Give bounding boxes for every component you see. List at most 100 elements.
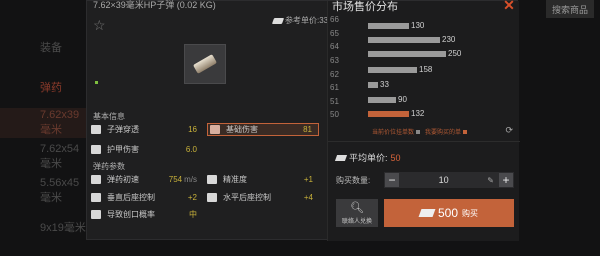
bg-category-item[interactable]: 5.56x45毫米 bbox=[0, 176, 90, 206]
quantity-label: 购买数量: bbox=[336, 176, 371, 185]
bg-category-item[interactable]: 7.62x39毫米 bbox=[0, 108, 90, 138]
stat-label: 精准度 bbox=[223, 175, 247, 184]
stat-wound-chance: 导致创口概率 中 bbox=[91, 208, 203, 221]
search-button[interactable]: 搜索商品 bbox=[546, 0, 594, 18]
stat-value: +4 bbox=[303, 193, 313, 202]
stat-accuracy: 精准度 +1 bbox=[207, 173, 319, 186]
stat-value: 81 bbox=[303, 125, 312, 134]
bar-value-label: 250 bbox=[448, 49, 462, 58]
section-ammo-params: 弹药参数 bbox=[93, 162, 125, 171]
horizontal-recoil-icon bbox=[207, 193, 217, 202]
stat-label: 弹药初速 bbox=[107, 175, 139, 184]
stat-unit: m/s bbox=[184, 175, 197, 184]
y-tick-label: 66 bbox=[330, 15, 339, 24]
item-image bbox=[184, 44, 226, 84]
stat-value-number: 754 bbox=[168, 175, 183, 184]
price-bar bbox=[368, 111, 409, 117]
stat-label: 基础伤害 bbox=[226, 125, 258, 134]
stat-armor-damage: 护甲伤害 6.0 bbox=[91, 143, 203, 156]
y-tick-label: 64 bbox=[330, 42, 339, 51]
money-icon bbox=[418, 209, 436, 217]
section-basic-info: 基本信息 bbox=[93, 112, 125, 121]
stat-value: 6.0 bbox=[185, 145, 197, 154]
stat-label: 水平后座控制 bbox=[223, 193, 271, 202]
y-tick-label: 61 bbox=[330, 83, 339, 92]
status-dot bbox=[95, 81, 98, 84]
item-detail-dialog: 7.62×39毫米HP子弹 (0.02 KG) ☆ 参考单价:33 基本信息 子… bbox=[86, 0, 520, 241]
stat-value: 中 bbox=[189, 210, 197, 219]
stat-value: +1 bbox=[303, 175, 313, 184]
stat-base-damage: 基础伤害 81 bbox=[207, 123, 319, 136]
legend-swatch bbox=[416, 130, 421, 134]
bullet-icon bbox=[192, 54, 218, 74]
velocity-icon bbox=[91, 175, 101, 184]
bar-value-label: 130 bbox=[411, 21, 425, 30]
y-tick-label: 62 bbox=[330, 70, 339, 79]
legend-current: 当前价位挂单数 bbox=[372, 130, 415, 136]
price-bar bbox=[368, 37, 440, 43]
wound-icon bbox=[91, 210, 101, 219]
stat-label: 子弹穿透 bbox=[107, 125, 139, 134]
y-tick-label: 63 bbox=[330, 56, 339, 65]
buy-button[interactable]: 500 购买 bbox=[384, 199, 514, 227]
stat-vertical-recoil: 垂直后座控制 +2 bbox=[91, 191, 203, 204]
armor-icon bbox=[91, 145, 101, 154]
legend-mine: 我要购买的单 bbox=[425, 130, 462, 136]
stat-horizontal-recoil: 水平后座控制 +4 bbox=[207, 191, 319, 204]
edit-icon[interactable]: ✎ bbox=[487, 176, 494, 185]
quantity-input[interactable]: 10 bbox=[400, 175, 487, 185]
divider bbox=[328, 141, 520, 142]
price-bar bbox=[368, 23, 409, 29]
vertical-recoil-icon bbox=[91, 193, 101, 202]
average-price-label: 平均单价: bbox=[349, 153, 388, 163]
increase-button[interactable]: + bbox=[499, 173, 513, 187]
price-bar bbox=[368, 67, 417, 73]
stat-label: 护甲伤害 bbox=[107, 145, 139, 154]
bg-category-item[interactable]: 9x19毫米 bbox=[0, 212, 90, 242]
stat-label: 垂直后座控制 bbox=[107, 193, 155, 202]
penetration-icon bbox=[91, 125, 101, 134]
bg-category-item[interactable]: 装备 bbox=[0, 32, 90, 62]
exchange-label: 联络人兑换 bbox=[341, 219, 372, 225]
bar-value-label: 90 bbox=[398, 95, 407, 104]
bar-value-label: 132 bbox=[411, 109, 425, 118]
money-icon bbox=[334, 154, 348, 161]
price-bar bbox=[368, 51, 446, 57]
chart-legend: 当前价位挂单数 我要购买的单 bbox=[372, 127, 468, 136]
buy-price: 500 bbox=[437, 206, 459, 220]
bg-category-item[interactable]: 7.62x54毫米 bbox=[0, 142, 90, 172]
bar-value-label: 230 bbox=[442, 35, 456, 44]
stat-penetration: 子弹穿透 16 bbox=[91, 123, 203, 136]
average-price-value: 50 bbox=[390, 152, 401, 163]
decrease-button[interactable]: − bbox=[385, 173, 399, 187]
favorite-star-icon[interactable]: ☆ bbox=[93, 17, 106, 34]
buy-label: 购买 bbox=[462, 208, 479, 218]
contact-exchange-button[interactable]: 🔍︎ 联络人兑换 bbox=[336, 199, 378, 227]
refresh-icon[interactable]: ⟳ bbox=[505, 125, 513, 136]
market-title: 市场售价分布 bbox=[332, 1, 398, 13]
price-bar bbox=[368, 82, 378, 88]
close-icon[interactable]: ✕ bbox=[501, 0, 517, 13]
y-tick-label: 65 bbox=[330, 29, 339, 38]
stat-muzzle-velocity: 弹药初速 754 m/s bbox=[91, 173, 203, 186]
search-icon: 🔍︎ bbox=[350, 202, 364, 214]
item-title: 7.62×39毫米HP子弹 (0.02 KG) bbox=[93, 0, 216, 10]
bar-value-label: 158 bbox=[419, 65, 433, 74]
crosshair-icon bbox=[207, 175, 217, 184]
item-info-panel: 7.62×39毫米HP子弹 (0.02 KG) ☆ 参考单价:33 基本信息 子… bbox=[87, 0, 329, 241]
stat-value: +2 bbox=[187, 193, 197, 202]
reference-price-text: 参考单价:33 bbox=[285, 16, 329, 25]
bg-category-item[interactable]: 弹药 bbox=[0, 72, 90, 102]
bar-value-label: 33 bbox=[380, 80, 389, 89]
stat-label: 导致创口概率 bbox=[107, 210, 155, 219]
average-price: 平均单价: 50 bbox=[334, 151, 401, 164]
quantity-stepper: − 10 ✎ + bbox=[384, 172, 514, 188]
y-tick-label: 50 bbox=[330, 110, 339, 119]
market-panel: 市场售价分布 ✕ 66 65 64 63 62 61 51 50 130 230 250 158 33 9… bbox=[327, 0, 520, 241]
stat-value: 754 m/s bbox=[169, 175, 197, 184]
legend-swatch bbox=[463, 130, 468, 134]
broken-heart-icon bbox=[210, 125, 220, 134]
price-bar bbox=[368, 97, 396, 103]
stat-value: 16 bbox=[188, 125, 197, 134]
money-icon bbox=[271, 17, 285, 24]
